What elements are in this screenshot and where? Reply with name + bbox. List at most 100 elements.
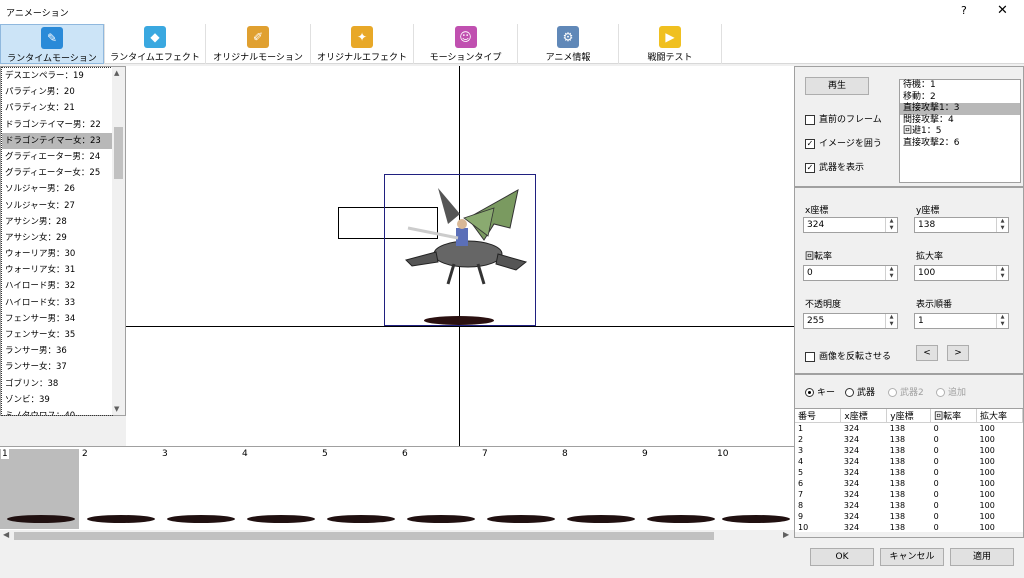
list-item[interactable]: ランサー女：37	[2, 359, 112, 375]
scroll-right-icon[interactable]: ▶	[783, 530, 789, 539]
close-button[interactable]: ✕	[997, 3, 1008, 18]
col-number[interactable]: 番号	[795, 409, 842, 423]
tab-battle-test[interactable]: ▶ 戦闘テスト	[619, 24, 721, 64]
character-list[interactable]: デスエンペラー：19 パラディン男：20 パラディン女：21 ドラゴンテイマー男…	[0, 66, 126, 416]
frame-thumb[interactable]: 7	[480, 449, 559, 529]
tab-runtime-motion[interactable]: ✎ ランタイムモーション	[0, 24, 104, 64]
tab-anime-info[interactable]: ⚙ アニメ情報	[518, 24, 618, 64]
table-row[interactable]: 1 324 138 0 100	[795, 423, 1023, 435]
table-row[interactable]: 4 324 138 0 100	[795, 456, 1023, 467]
list-item[interactable]: アサシン女：29	[2, 230, 112, 246]
frame-thumb[interactable]: 2	[80, 449, 159, 529]
order-input[interactable]: 1 ▲ ▼	[914, 313, 1009, 329]
cancel-button[interactable]: キャンセル	[880, 548, 944, 566]
opacity-input[interactable]: 255 ▲ ▼	[803, 313, 898, 329]
show-weapon-checkbox[interactable]: ✓ 武器を表示	[805, 160, 864, 173]
radio-add[interactable]: 追加	[936, 385, 966, 398]
list-item[interactable]: ミノタウロス：40	[2, 408, 112, 415]
list-item[interactable]: グラディエーター男：24	[2, 149, 112, 165]
apply-button[interactable]: 適用	[950, 548, 1014, 566]
next-button[interactable]: >	[947, 345, 969, 361]
list-item[interactable]: ランサー男：36	[2, 343, 112, 359]
list-item[interactable]: ハイロード女：33	[2, 295, 112, 311]
table-row[interactable]: 2 324 138 0 100	[795, 434, 1023, 445]
help-button[interactable]: ?	[961, 4, 967, 17]
list-item[interactable]: ゾンビ：39	[2, 392, 112, 408]
tab-original-effect[interactable]: ✦ オリジナルエフェクト	[311, 24, 413, 64]
motion-type-list[interactable]: 待機：1 移動：2 直接攻撃1：3 間接攻撃：4 回避1：5 直接攻撃2：6	[899, 79, 1021, 183]
radio-weapon2[interactable]: 武器2	[888, 385, 924, 398]
tab-runtime-effect[interactable]: ◆ ランタイムエフェクト	[105, 24, 205, 64]
table-cell: 100	[979, 490, 995, 499]
list-item[interactable]: 回避1：5	[900, 126, 1020, 138]
frame-thumb[interactable]: 4	[240, 449, 319, 529]
table-row[interactable]: 6 324 138 0 100	[795, 478, 1023, 489]
list-item[interactable]: グラディエーター女：25	[2, 165, 112, 181]
list-item[interactable]: ソルジャー女：27	[2, 198, 112, 214]
tab-original-motion[interactable]: ✐ オリジナルモーション	[206, 24, 310, 64]
list-item[interactable]: フェンサー女：35	[2, 327, 112, 343]
table-cell: 0	[933, 490, 939, 499]
frame-thumb[interactable]: 5	[320, 449, 399, 529]
flip-image-checkbox[interactable]: 画像を反転させる	[805, 349, 891, 362]
scroll-up-icon[interactable]: ▲	[114, 69, 119, 77]
list-item[interactable]: パラディン女：21	[2, 100, 112, 116]
frame-thumb[interactable]: 6	[400, 449, 479, 529]
list-item[interactable]: 間接攻撃：4	[900, 115, 1020, 127]
scale-input[interactable]: 100 ▲ ▼	[914, 265, 1009, 281]
list-item[interactable]: 直接攻撃2：6	[900, 138, 1020, 150]
animation-canvas[interactable]	[126, 66, 794, 446]
list-item[interactable]: ゴブリン：38	[2, 376, 112, 392]
list-item[interactable]: ウォーリア女：31	[2, 262, 112, 278]
radio-weapon[interactable]: 武器	[845, 385, 875, 398]
scroll-left-icon[interactable]: ◀	[3, 530, 9, 539]
list-item[interactable]: 待機：1	[900, 80, 1020, 92]
list-item[interactable]: フェンサー男：34	[2, 311, 112, 327]
list-item[interactable]: ウォーリア男：30	[2, 246, 112, 262]
list-item[interactable]: ソルジャー男：26	[2, 181, 112, 197]
col-y[interactable]: y座標	[886, 409, 932, 423]
frame-thumb[interactable]: 8	[560, 449, 639, 529]
prev-button[interactable]: <	[916, 345, 938, 361]
list-item[interactable]: アサシン男：28	[2, 214, 112, 230]
play-icon: ▶	[659, 26, 681, 48]
table-row[interactable]: 9 324 138 0 100	[795, 511, 1023, 522]
list-item[interactable]: 移動：2	[900, 92, 1020, 104]
tab-label: ランタイムエフェクト	[110, 53, 200, 63]
list-item[interactable]: ハイロード男：32	[2, 278, 112, 294]
table-row[interactable]: 3 324 138 0 100	[795, 445, 1023, 456]
table-row[interactable]: 7 324 138 0 100	[795, 489, 1023, 500]
col-rotation[interactable]: 回転率	[930, 409, 978, 423]
list-item[interactable]: デスエンペラー：19	[2, 68, 112, 84]
list-item[interactable]: 直接攻撃1：3	[900, 103, 1020, 115]
play-button[interactable]: 再生	[805, 77, 869, 95]
frame-thumb[interactable]: 9	[640, 449, 719, 529]
list-item[interactable]: パラディン男：20	[2, 84, 112, 100]
table-row[interactable]: 5 324 138 0 100	[795, 467, 1023, 478]
list-item[interactable]: ドラゴンテイマー女：23	[2, 132, 112, 149]
col-x[interactable]: x座標	[840, 409, 888, 423]
scroll-thumb[interactable]	[114, 127, 123, 179]
x-input[interactable]: 324 ▲ ▼	[803, 217, 898, 233]
table-row[interactable]: 8 324 138 0 100	[795, 500, 1023, 511]
col-scale[interactable]: 拡大率	[976, 409, 1023, 423]
frame-scrollbar[interactable]: ◀ ▶	[0, 530, 794, 542]
dragon-rider-sprite[interactable]	[398, 184, 528, 294]
y-input[interactable]: 138 ▲ ▼	[914, 217, 1009, 233]
keyframe-table[interactable]: 番号 x座標 y座標 回転率 拡大率 1 324 138 0 100 2 324 138 0 10…	[795, 408, 1023, 532]
list-item[interactable]: ドラゴンテイマー男：22	[2, 117, 112, 133]
frame-thumb[interactable]: 10	[715, 449, 794, 529]
list-scrollbar[interactable]: ▲ ▼	[112, 67, 125, 415]
ok-button[interactable]: OK	[810, 548, 874, 566]
brush-icon: ✐	[247, 26, 269, 48]
scroll-thumb[interactable]	[14, 532, 714, 540]
scroll-down-icon[interactable]: ▼	[114, 405, 119, 413]
radio-key[interactable]: キー	[805, 385, 835, 398]
frame-thumb[interactable]: 3	[160, 449, 239, 529]
frame-thumb[interactable]: 1	[0, 449, 79, 529]
tab-motion-type[interactable]: ☺ モーションタイプ	[414, 24, 517, 64]
rotation-input[interactable]: 0 ▲ ▼	[803, 265, 898, 281]
prev-frame-checkbox[interactable]: 直前のフレーム	[805, 112, 882, 125]
enclose-image-checkbox[interactable]: ✓ イメージを囲う	[805, 136, 882, 149]
table-row[interactable]: 10 324 138 0 100	[795, 522, 1023, 533]
